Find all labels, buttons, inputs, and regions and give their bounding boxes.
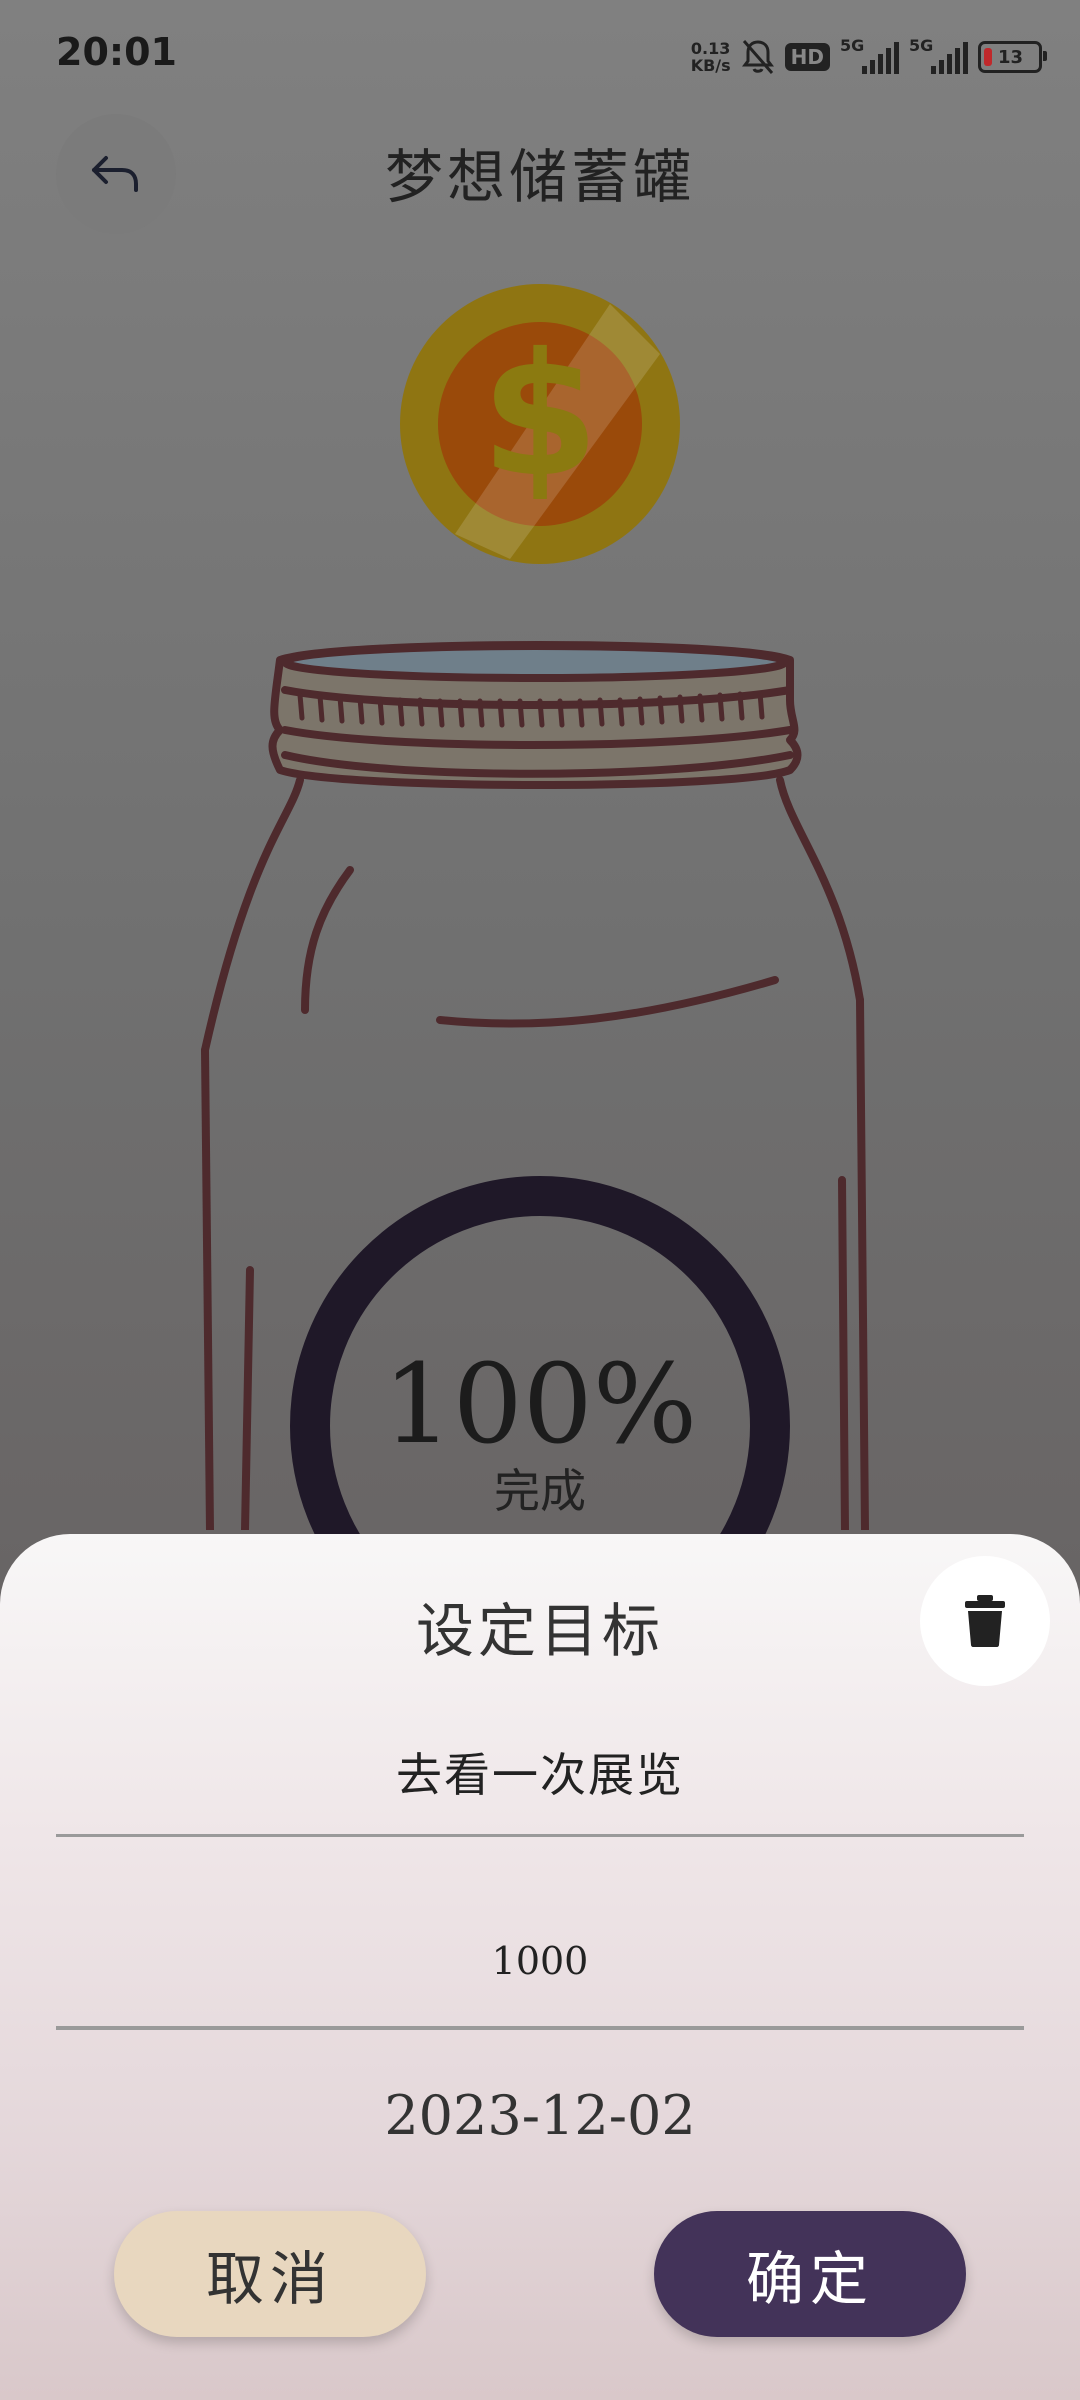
dollar-coin-icon: $ [400, 284, 680, 564]
cancel-button[interactable]: 取消 [114, 2211, 426, 2337]
signal-label: 5G [840, 36, 865, 55]
goal-name-field[interactable]: 去看一次展览 [56, 1739, 1024, 1805]
delete-button[interactable] [920, 1556, 1050, 1686]
battery-level: 13 [998, 46, 1024, 68]
progress-label: 完成 [494, 1464, 586, 1518]
progress-percent: 100% [382, 1340, 698, 1468]
network-speed-value: 0.13 [690, 39, 731, 58]
mute-bell-icon [741, 40, 774, 74]
trash-icon [965, 1595, 1005, 1647]
signal-label: 5G [909, 36, 934, 55]
page-title: 梦想储蓄罐 [384, 143, 695, 211]
signal-strength-icon: 5G [840, 36, 899, 74]
hd-badge: HD [784, 43, 830, 71]
status-bar: 20:01 0.13 KB/s HD 5G 5G 13 [0, 0, 1080, 115]
status-icons: 0.13 KB/s HD 5G 5G 13 [691, 34, 1047, 80]
svg-text:$: $ [481, 317, 599, 515]
amount-field[interactable]: 1000 [56, 1939, 1024, 1983]
sheet-title: 设定目标 [415, 1597, 664, 1665]
network-speed-unit: KB/s [690, 56, 731, 75]
goal-bottom-sheet: 设定目标 去看一次展览 1000 2023-12-02 取消 确定 [0, 1534, 1080, 2400]
network-speed: 0.13 KB/s [691, 40, 731, 74]
confirm-button[interactable]: 确定 [654, 2211, 966, 2337]
signal-strength-icon: 5G [909, 36, 968, 74]
divider [56, 1834, 1024, 1837]
status-time: 20:01 [56, 30, 177, 74]
date-field[interactable]: 2023-12-02 [56, 2084, 1024, 2147]
battery-icon: 13 [978, 41, 1047, 73]
divider [56, 2026, 1024, 2030]
